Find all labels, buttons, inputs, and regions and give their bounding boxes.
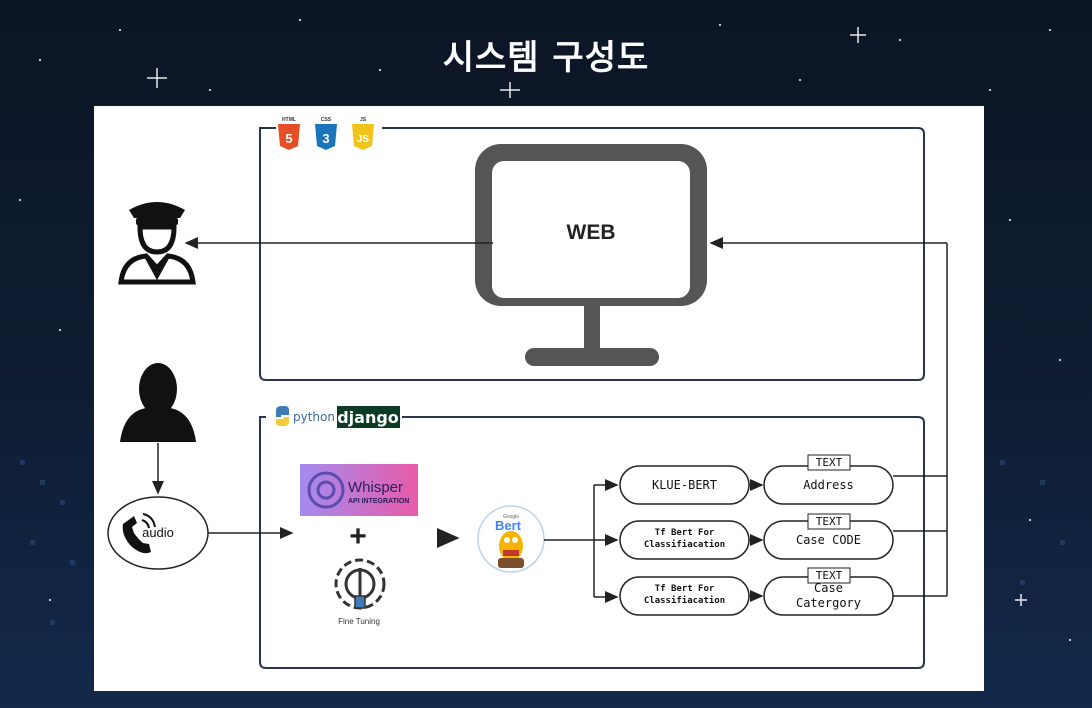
model-label-tf-2: Tf Bert For Classifiacation	[643, 584, 726, 606]
django-label: django	[337, 408, 399, 427]
svg-text:HTML: HTML	[282, 117, 296, 123]
text-tag-label-2: TEXT	[815, 515, 843, 528]
svg-text:JS: JS	[360, 117, 367, 123]
html5-icon: 5 HTML	[278, 117, 300, 150]
bert-logo: Google Bert	[477, 505, 545, 573]
architecture-diagram: 5 HTML 3 CSS JS JS WEB python django Whi…	[94, 106, 984, 691]
page-title: 시스템 구성도	[442, 38, 650, 78]
css3-icon: 3 CSS	[315, 117, 337, 150]
audio-label: audio	[142, 525, 174, 540]
whisper-logo: Whisper API INTEGRATION	[300, 464, 418, 516]
model-label-klue: KLUE-BERT	[651, 478, 718, 492]
police-officer-icon	[118, 202, 196, 285]
svg-text:API INTEGRATION: API INTEGRATION	[348, 498, 409, 505]
svg-text:Whisper: Whisper	[348, 479, 403, 496]
svg-text:5: 5	[285, 131, 292, 146]
plus-sign: +	[349, 520, 367, 553]
text-tag-label-1: TEXT	[815, 456, 843, 469]
python-label: python	[293, 410, 335, 424]
monitor-icon: WEB	[475, 144, 707, 366]
fine-tuning-gear-icon	[334, 558, 386, 610]
model-label-tf-1: Tf Bert For Classifiacation	[643, 528, 726, 550]
python-icon	[276, 406, 289, 426]
output-label-case-code: Case CODE	[795, 533, 862, 547]
js-icon: JS JS	[352, 117, 374, 150]
output-label-case-category: Case Catergory	[795, 581, 862, 610]
svg-text:Bert: Bert	[495, 518, 522, 533]
monitor-label: WEB	[567, 221, 616, 244]
user-silhouette-icon	[120, 363, 196, 442]
svg-text:JS: JS	[357, 134, 370, 145]
svg-text:3: 3	[322, 131, 329, 146]
fine-tuning-label: Fine Tuning	[338, 617, 380, 626]
output-label-address: Address	[803, 478, 854, 492]
svg-text:CSS: CSS	[321, 117, 332, 123]
